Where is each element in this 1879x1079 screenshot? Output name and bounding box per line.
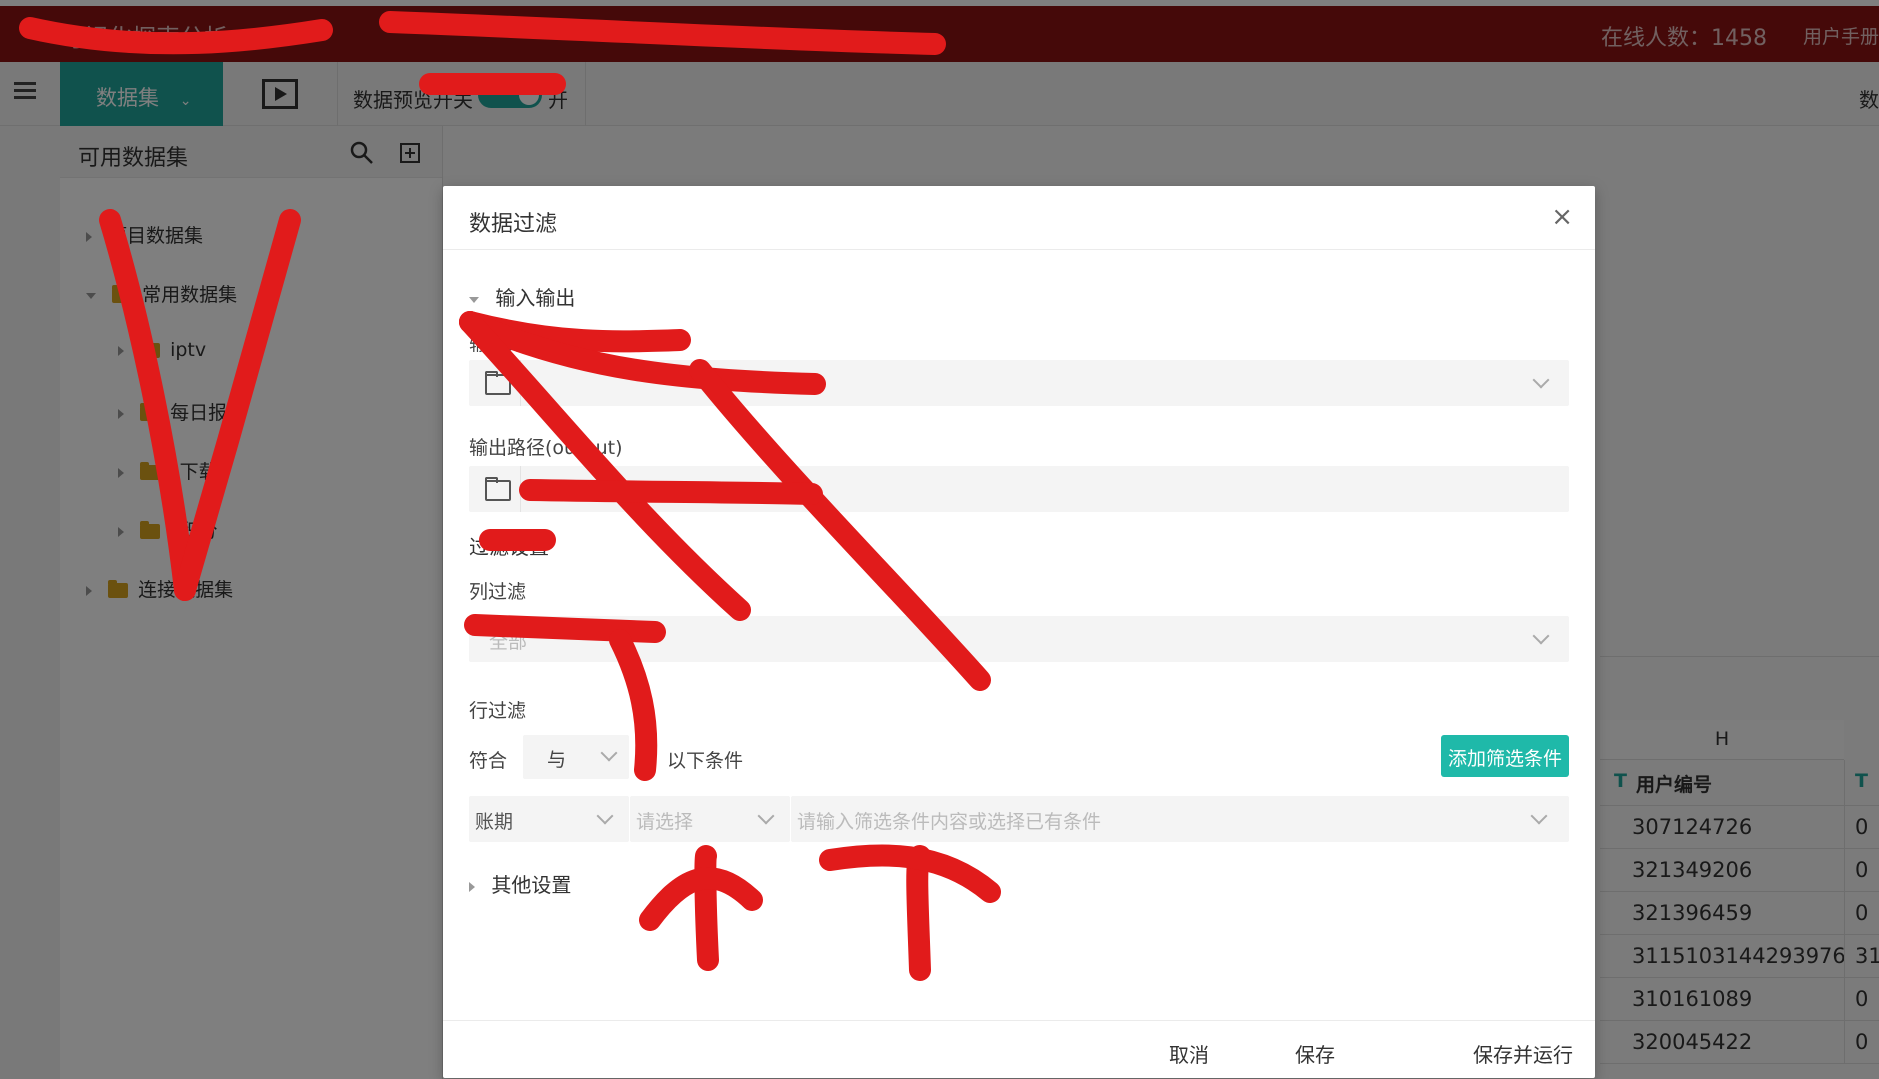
folder-icon[interactable] [469, 466, 521, 512]
condition-value-input[interactable]: 请输入筛选条件内容或选择已有条件 [791, 796, 1569, 842]
column-filter-value: 全部 [489, 631, 528, 653]
chevron-down-icon [1532, 371, 1550, 389]
other-section-title: 其他设置 [491, 873, 572, 897]
expand-icon [469, 881, 475, 892]
add-condition-button[interactable]: 添加筛选条件 [1441, 735, 1569, 777]
filter-section-title: 过滤设置 [469, 535, 549, 559]
condition-operator-placeholder: 请选择 [636, 811, 694, 833]
chevron-down-icon [1532, 627, 1550, 645]
row-filter-label: 行过滤 [469, 700, 527, 722]
chevron-down-icon [600, 744, 618, 762]
match-suffix: 以下条件 [667, 750, 744, 772]
column-filter-label: 列过滤 [469, 581, 527, 603]
condition-value-placeholder: 请输入筛选条件内容或选择已有条件 [797, 811, 1102, 833]
cancel-button[interactable]: 取消 [1169, 1039, 1209, 1068]
save-button[interactable]: 保存 [1295, 1039, 1335, 1068]
dialog-title: 数据过滤 [469, 212, 558, 237]
dialog-header: 数据过滤 × [443, 186, 1595, 250]
match-operator-select[interactable]: 与 [523, 735, 629, 779]
match-prefix: 符合 [469, 750, 508, 772]
save-and-run-button[interactable]: 保存并运行 [1473, 1039, 1573, 1068]
data-filter-dialog: 数据过滤 × 输入输出 输入路径 输出路径(output) 过滤设置 列过滤 全… [443, 186, 1595, 1078]
io-section-title: 输入输出 [495, 286, 576, 310]
chevron-down-icon [1530, 807, 1548, 825]
input-path-label: 输入路径 [469, 333, 546, 355]
condition-field-select[interactable]: 账期 [469, 796, 629, 842]
output-path-input[interactable] [469, 466, 1569, 512]
other-section-toggle[interactable]: 其他设置 [469, 869, 571, 898]
chevron-down-icon [596, 807, 614, 825]
dialog-footer: 取消 保存 保存并运行 [443, 1020, 1595, 1078]
condition-field-value: 账期 [475, 811, 514, 833]
match-operator-value: 与 [547, 749, 567, 771]
collapse-icon [469, 296, 479, 303]
chevron-down-icon [757, 807, 775, 825]
close-icon[interactable]: × [1551, 204, 1573, 230]
io-section-toggle[interactable]: 输入输出 [469, 282, 575, 311]
condition-operator-select[interactable]: 请选择 [630, 796, 790, 842]
input-path-select[interactable] [469, 360, 1569, 406]
output-path-label: 输出路径(output) [469, 437, 623, 459]
folder-icon[interactable] [469, 360, 521, 406]
column-filter-select[interactable]: 全部 [469, 616, 1569, 662]
